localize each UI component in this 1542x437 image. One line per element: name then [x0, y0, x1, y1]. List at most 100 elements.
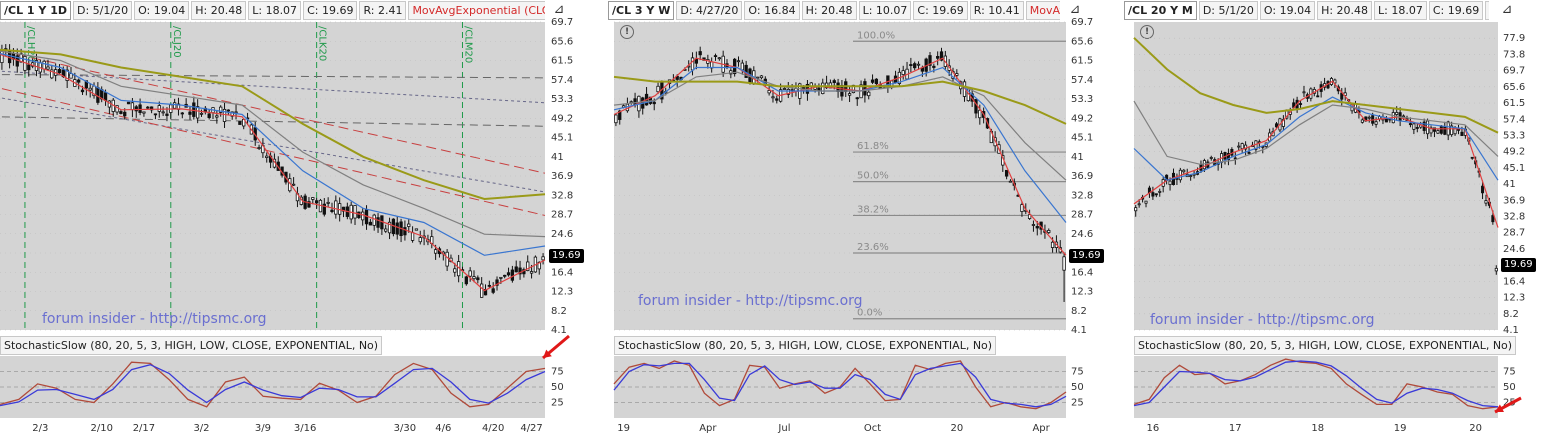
y-tick-label: 65.6: [1503, 82, 1525, 93]
trendline: [1, 74, 546, 79]
candle-body: [57, 69, 62, 74]
candle-body: [103, 92, 108, 101]
stochastic-tick-label: 75: [551, 367, 564, 378]
y-tick-label: 61.5: [551, 56, 573, 67]
candle-body: [832, 80, 836, 83]
chart-panel-3y-weekly: /CL 3 Y W D: 4/27/20 O: 16.84 H: 20.48 L…: [608, 0, 1113, 437]
candle-body: [821, 82, 825, 94]
stochastic-tick-label: 25: [551, 398, 564, 409]
x-tick-label: 4/20: [482, 423, 504, 434]
last-price-tag: 19.69: [1501, 258, 1536, 272]
fib-label: 61.8%: [857, 141, 889, 152]
candle-body: [713, 55, 718, 58]
candle-body: [42, 60, 46, 70]
y-tick-label: 36.9: [551, 171, 573, 182]
candle-body: [445, 251, 449, 267]
candle-body: [801, 87, 806, 89]
y-tick-label: 41: [551, 152, 564, 163]
candle-body: [357, 211, 361, 218]
y-tick-label: 8.2: [1071, 306, 1087, 317]
candle-body: [234, 111, 238, 114]
trendline: [1, 50, 546, 174]
candle-body: [1062, 256, 1066, 271]
candle-body: [123, 111, 127, 117]
x-tick-label: 3/2: [193, 423, 209, 434]
stochastic-label[interactable]: StochasticSlow (80, 20, 5, 3, HIGH, LOW,…: [614, 336, 997, 355]
candle-body: [652, 101, 656, 105]
candle-body: [215, 115, 219, 118]
candle-body: [291, 183, 296, 186]
contract-roll-label: /CLK20: [317, 26, 328, 61]
y-tick-label: 28.7: [1071, 210, 1093, 221]
x-tick-label: 17: [1229, 423, 1242, 434]
moving-average-ema50: [613, 75, 1067, 125]
candle-body: [1395, 112, 1399, 115]
stochastic-label[interactable]: StochasticSlow (80, 20, 5, 3, HIGH, LOW,…: [0, 336, 383, 355]
y-tick-label: 8.2: [551, 306, 567, 317]
last-price-tag: 19.69: [549, 249, 584, 263]
candle-body: [690, 57, 695, 71]
y-tick-label: 41: [1503, 179, 1516, 190]
y-tick-label: 53.3: [1071, 94, 1093, 105]
y-tick-label: 61.5: [1071, 56, 1093, 67]
candle-body: [472, 276, 476, 280]
y-tick-label: 24.6: [1071, 229, 1093, 240]
candle-body: [740, 62, 744, 71]
candle-body: [847, 93, 852, 96]
candle-body: [1299, 103, 1303, 105]
candle-body: [1247, 151, 1251, 154]
panel-gap: [597, 0, 608, 437]
candle-body: [1494, 267, 1498, 272]
stochastic-tick-label: 75: [1071, 367, 1084, 378]
candle-body: [464, 276, 468, 285]
x-tick-label: Oct: [864, 423, 881, 434]
candle-body: [1408, 123, 1412, 126]
y-tick-label: 41: [1071, 152, 1084, 163]
stochastic-label[interactable]: StochasticSlow (80, 20, 5, 3, HIGH, LOW,…: [1134, 336, 1517, 355]
candle-body: [1158, 190, 1162, 193]
trendline: [1, 70, 546, 104]
x-tick-label: 4/27: [520, 423, 542, 434]
x-tick-label: Apr: [699, 423, 717, 434]
y-tick-label: 45.1: [1503, 163, 1525, 174]
candle-body: [376, 217, 380, 228]
candle-body: [529, 271, 534, 274]
candle-body: [1481, 185, 1485, 194]
candle-body: [330, 209, 334, 213]
x-tick-label: 20: [1469, 423, 1482, 434]
y-tick-label: 12.3: [551, 287, 573, 298]
x-tick-label: 19: [1394, 423, 1407, 434]
candle-body: [510, 269, 515, 281]
chart-panel-1y-daily: /CL 1 Y 1D D: 5/1/20 O: 19.04 H: 20.48 L…: [0, 0, 597, 437]
candle-body: [1460, 131, 1464, 136]
stochastic-tick-label: 50: [1071, 382, 1084, 393]
trendline: [1, 116, 546, 127]
stochastic-tick-label: 50: [551, 382, 564, 393]
candle-body: [126, 101, 131, 105]
candle-body: [207, 113, 211, 119]
y-tick-label: 73.8: [1503, 49, 1525, 60]
candle-body: [265, 155, 269, 158]
candle-body: [27, 64, 31, 71]
candle-body: [1182, 169, 1186, 173]
candle-body: [656, 85, 660, 93]
y-tick-label: 36.9: [1071, 171, 1093, 182]
candle-body: [453, 268, 457, 273]
contract-roll-label: /CLJ20: [171, 26, 182, 58]
candle-body: [418, 237, 422, 243]
candle-body: [759, 75, 764, 79]
candle-body: [1189, 175, 1193, 177]
candle-body: [1050, 241, 1055, 248]
moving-average-ema50: [1133, 37, 1499, 134]
candle-body: [1316, 95, 1320, 98]
moving-average-ema5: [1133, 80, 1499, 228]
y-tick-label: 28.7: [1503, 228, 1525, 239]
candle-body: [916, 63, 921, 66]
candle-body: [1168, 180, 1172, 186]
candle-body: [1439, 125, 1443, 134]
candle-body: [372, 214, 376, 226]
candle-body: [96, 87, 100, 103]
y-tick-label: 45.1: [1071, 133, 1093, 144]
candle-body: [0, 50, 4, 64]
candle-body: [491, 288, 495, 293]
